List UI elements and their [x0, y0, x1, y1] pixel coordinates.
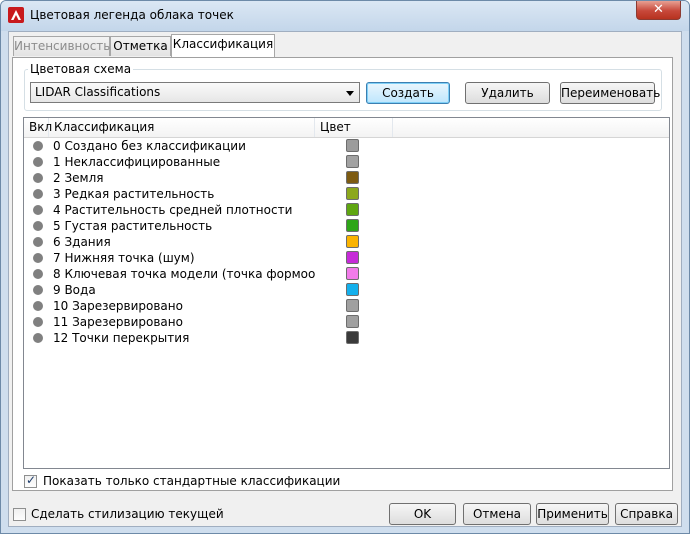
- classification-label: 2 Земля: [53, 171, 104, 185]
- list-header: Вкл Классификация Цвет: [24, 118, 669, 138]
- column-header-color[interactable]: Цвет: [315, 118, 393, 137]
- classification-label: 8 Ключевая точка модели (точка формообра…: [53, 267, 315, 281]
- color-swatch[interactable]: [346, 171, 359, 184]
- classification-label: 6 Здания: [53, 235, 111, 249]
- classification-label: 11 Зарезервировано: [53, 315, 183, 329]
- list-item[interactable]: 5 Густая растительность: [24, 218, 669, 234]
- color-swatch[interactable]: [346, 139, 359, 152]
- close-button[interactable]: ✕: [636, 1, 681, 20]
- list-item[interactable]: 12 Точки перекрытия: [24, 330, 669, 346]
- tab-intensity[interactable]: Интенсивность: [13, 36, 110, 56]
- color-swatch[interactable]: [346, 235, 359, 248]
- color-swatch[interactable]: [346, 315, 359, 328]
- color-swatch[interactable]: [346, 299, 359, 312]
- tab-classification[interactable]: Классификация: [171, 34, 275, 57]
- light-bulb-icon[interactable]: [33, 221, 43, 231]
- light-bulb-icon[interactable]: [33, 173, 43, 183]
- list-item[interactable]: 6 Здания: [24, 234, 669, 250]
- make-current-label: Сделать стилизацию текущей: [31, 507, 224, 521]
- standard-only-label: Показать только стандартные классификаци…: [43, 474, 341, 488]
- dialog-window: Цветовая легенда облака точек ✕ Интенсив…: [0, 0, 690, 534]
- classification-label: 12 Точки перекрытия: [53, 331, 190, 345]
- classification-tab-panel: Цветовая схема LIDAR Classifications Соз…: [12, 57, 673, 491]
- list-item[interactable]: 8 Ключевая точка модели (точка формообра…: [24, 266, 669, 282]
- color-swatch[interactable]: [346, 219, 359, 232]
- classification-label: 4 Растительность средней плотности: [53, 203, 293, 217]
- delete-button[interactable]: Удалить: [465, 82, 550, 104]
- light-bulb-icon[interactable]: [33, 301, 43, 311]
- chevron-down-icon: [346, 91, 354, 96]
- classification-label: 9 Вода: [53, 283, 96, 297]
- light-bulb-icon[interactable]: [33, 205, 43, 215]
- window-title: Цветовая легенда облака точек: [30, 8, 234, 22]
- rename-button[interactable]: Переименовать: [560, 82, 660, 104]
- close-icon: ✕: [653, 2, 664, 17]
- classification-list[interactable]: Вкл Классификация Цвет 0 Создано без кла…: [23, 117, 670, 469]
- color-swatch[interactable]: [346, 203, 359, 216]
- help-button[interactable]: Справка: [615, 503, 678, 525]
- column-header-on[interactable]: Вкл: [24, 118, 52, 137]
- classification-label: 7 Нижняя точка (шум): [53, 251, 195, 265]
- list-item[interactable]: 4 Растительность средней плотности: [24, 202, 669, 218]
- color-swatch[interactable]: [346, 155, 359, 168]
- color-swatch[interactable]: [346, 267, 359, 280]
- create-button[interactable]: Создать: [366, 82, 450, 104]
- light-bulb-icon[interactable]: [33, 157, 43, 167]
- checkmark-icon: ✓: [26, 473, 37, 487]
- color-swatch[interactable]: [346, 331, 359, 344]
- ok-button[interactable]: OK: [389, 503, 456, 525]
- light-bulb-icon[interactable]: [33, 269, 43, 279]
- list-item[interactable]: 9 Вода: [24, 282, 669, 298]
- list-item[interactable]: 0 Создано без классификации: [24, 138, 669, 154]
- dialog-client-area: Интенсивность Отметка Классификация Цвет…: [8, 31, 682, 527]
- light-bulb-icon[interactable]: [33, 141, 43, 151]
- color-swatch[interactable]: [346, 187, 359, 200]
- classification-label: 3 Редкая растительность: [53, 187, 215, 201]
- column-header-classification[interactable]: Классификация: [49, 118, 315, 137]
- autocad-app-icon: [8, 7, 24, 23]
- color-scheme-selected: LIDAR Classifications: [35, 85, 161, 99]
- tab-elevation[interactable]: Отметка: [110, 36, 171, 56]
- apply-button[interactable]: Применить: [536, 503, 609, 525]
- light-bulb-icon[interactable]: [33, 189, 43, 199]
- color-scheme-dropdown[interactable]: LIDAR Classifications: [30, 82, 360, 103]
- classification-label: 10 Зарезервировано: [53, 299, 183, 313]
- classification-label: 5 Густая растительность: [53, 219, 213, 233]
- classification-label: 1 Неклассифицированные: [53, 155, 221, 169]
- standard-only-checkbox[interactable]: ✓: [24, 473, 37, 488]
- light-bulb-icon[interactable]: [33, 317, 43, 327]
- list-item[interactable]: 7 Нижняя точка (шум): [24, 250, 669, 266]
- light-bulb-icon[interactable]: [33, 285, 43, 295]
- light-bulb-icon[interactable]: [33, 333, 43, 343]
- list-item[interactable]: 1 Неклассифицированные: [24, 154, 669, 170]
- color-scheme-group-label: Цветовая схема: [28, 62, 134, 76]
- list-item[interactable]: 2 Земля: [24, 170, 669, 186]
- classification-label: 0 Создано без классификации: [53, 139, 246, 153]
- light-bulb-icon[interactable]: [33, 253, 43, 263]
- light-bulb-icon[interactable]: [33, 237, 43, 247]
- list-item[interactable]: 11 Зарезервировано: [24, 314, 669, 330]
- color-swatch[interactable]: [346, 283, 359, 296]
- make-current-checkbox[interactable]: [13, 508, 26, 521]
- list-item[interactable]: 3 Редкая растительность: [24, 186, 669, 202]
- list-item[interactable]: 10 Зарезервировано: [24, 298, 669, 314]
- title-bar[interactable]: Цветовая легенда облака точек ✕: [1, 1, 689, 31]
- color-swatch[interactable]: [346, 251, 359, 264]
- cancel-button[interactable]: Отмена: [463, 503, 531, 525]
